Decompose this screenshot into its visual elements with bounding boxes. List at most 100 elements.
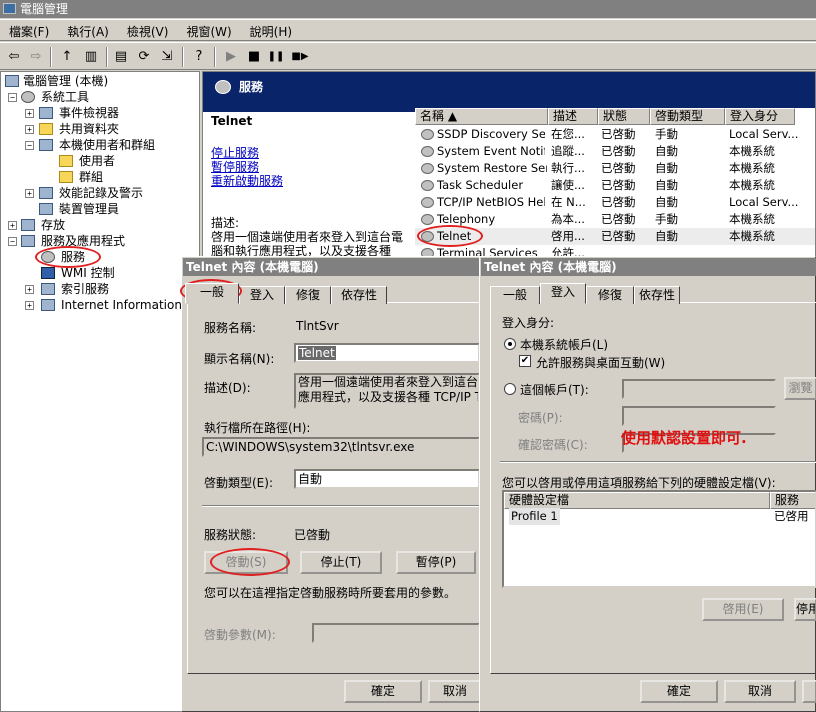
window-title-bar: 電腦管理 bbox=[0, 0, 816, 18]
forward-arrow-icon[interactable]: ⇨ bbox=[27, 48, 45, 65]
this-account-label: 這個帳戶(T): bbox=[520, 383, 589, 397]
column-header-name[interactable]: 名稱 ▲ bbox=[415, 108, 548, 125]
disable-button[interactable]: 停用 bbox=[794, 598, 816, 621]
export-icon[interactable]: ⇲ bbox=[158, 48, 176, 65]
column-header-description[interactable]: 描述 bbox=[548, 108, 598, 125]
tree-root[interactable]: 電腦管理 (本機) bbox=[23, 73, 108, 89]
local-system-radio[interactable] bbox=[504, 338, 516, 350]
collapse-icon[interactable]: − bbox=[25, 141, 34, 150]
account-field[interactable] bbox=[622, 379, 776, 399]
window-title: 電腦管理 bbox=[20, 2, 69, 16]
description-field[interactable]: 啓用一個遠端使用者來登入到這台電 應用程式，以及支援各種 TCP/IP Te bbox=[294, 373, 480, 409]
service-status-label: 服務狀態: bbox=[204, 528, 257, 542]
menu-view[interactable]: 檢視(V) bbox=[118, 20, 178, 40]
logon-as-label: 登入身分: bbox=[502, 316, 555, 330]
tab-recovery[interactable]: 修復 bbox=[586, 286, 634, 304]
password-field[interactable] bbox=[622, 406, 776, 426]
back-arrow-icon[interactable]: ⇦ bbox=[5, 48, 23, 65]
menu-action[interactable]: 執行(A) bbox=[58, 20, 118, 40]
menu-window[interactable]: 視窗(W) bbox=[177, 20, 240, 40]
column-header-startup[interactable]: 啓動類型 bbox=[650, 108, 725, 125]
table-row[interactable]: System Restore Service執行...已啓動自動本機系統 bbox=[415, 160, 815, 177]
table-row[interactable]: TCP/IP NetBIOS Hel...在 N...已啓動自動Local Se… bbox=[415, 194, 815, 211]
toolbar-separator bbox=[182, 47, 184, 67]
this-account-radio[interactable] bbox=[504, 383, 516, 395]
column-header-profile[interactable]: 硬體設定檔 bbox=[504, 492, 770, 509]
folder-icon bbox=[39, 123, 53, 135]
tab-logon[interactable]: 登入 bbox=[239, 286, 285, 304]
service-gear-icon bbox=[421, 146, 434, 157]
table-row[interactable]: Profile 1 已啓用 bbox=[504, 508, 815, 525]
tab-dependencies[interactable]: 依存性 bbox=[331, 286, 387, 304]
tab-logon[interactable]: 登入 bbox=[540, 283, 586, 304]
menu-help[interactable]: 說明(H) bbox=[241, 20, 301, 40]
up-folder-icon[interactable]: ↑ bbox=[58, 48, 76, 65]
expand-icon[interactable]: + bbox=[25, 189, 34, 198]
column-header-logon[interactable]: 登入身分 bbox=[725, 108, 795, 125]
detail-service-name: Telnet bbox=[211, 114, 253, 128]
tree-indexing[interactable]: 索引服務 bbox=[61, 281, 109, 297]
expand-icon[interactable]: + bbox=[25, 285, 34, 294]
startup-type-select[interactable]: 自動 bbox=[294, 469, 480, 489]
stop-button[interactable]: 停止(T) bbox=[300, 551, 382, 574]
show-tree-icon[interactable]: ▥ bbox=[82, 48, 100, 65]
expand-icon[interactable]: + bbox=[25, 109, 34, 118]
toolbar-separator bbox=[50, 47, 52, 67]
play-icon[interactable]: ▶ bbox=[222, 48, 240, 65]
tab-general[interactable]: 一般 bbox=[490, 286, 540, 304]
enable-button[interactable]: 啓用(E) bbox=[702, 598, 784, 621]
help-icon[interactable]: ? bbox=[190, 48, 208, 65]
iis-icon bbox=[41, 299, 55, 311]
table-row[interactable]: Telephony 為本... 已啓動 手動 本機系統 bbox=[415, 211, 815, 228]
cancel-button[interactable]: 取消 bbox=[428, 680, 482, 703]
refresh-icon[interactable]: ⟳ bbox=[135, 48, 153, 65]
services-header: 服務 bbox=[203, 72, 815, 112]
table-row[interactable]: SSDP Discovery Ser...在您...已啓動手動Local Ser… bbox=[415, 126, 815, 143]
tab-general[interactable]: 一般 bbox=[185, 283, 239, 304]
expand-icon[interactable]: + bbox=[25, 125, 34, 134]
table-row[interactable]: System Event Notific...追蹤...已啓動自動本機系統 bbox=[415, 143, 815, 160]
collapse-icon[interactable]: − bbox=[8, 237, 17, 246]
toolbar-separator bbox=[214, 47, 216, 67]
tab-recovery[interactable]: 修復 bbox=[285, 286, 331, 304]
collapse-icon[interactable]: − bbox=[8, 93, 17, 102]
expand-icon[interactable]: + bbox=[25, 301, 34, 310]
tree-users[interactable]: 使用者 bbox=[79, 153, 115, 169]
ok-button[interactable]: 確定 bbox=[640, 680, 718, 703]
restart-icon[interactable]: ■▶ bbox=[289, 48, 311, 65]
ok-button[interactable]: 確定 bbox=[344, 680, 422, 703]
table-row[interactable]: Task Scheduler 讓使... 已啓動 自動 本機系統 bbox=[415, 177, 815, 194]
display-name-field[interactable]: Telnet bbox=[294, 343, 480, 363]
tree-wmi[interactable]: WMI 控制 bbox=[61, 265, 115, 281]
column-header-service[interactable]: 服務 bbox=[770, 492, 815, 509]
console-tree: 電腦管理 (本機) − 系統工具 + 事件檢視器 + 共用資料夾 − 本機使用者… bbox=[0, 71, 200, 712]
tree-groups[interactable]: 群組 bbox=[79, 169, 103, 185]
apply-button[interactable] bbox=[802, 680, 816, 703]
stop-icon[interactable]: ■ bbox=[245, 48, 263, 65]
params-field[interactable] bbox=[312, 623, 480, 643]
pause-icon[interactable]: ❚❚ bbox=[267, 48, 285, 65]
properties-icon[interactable]: ▤ bbox=[112, 48, 130, 65]
interact-checkbox[interactable]: ✔ bbox=[519, 355, 531, 367]
tree-perf-logs[interactable]: 效能記錄及警示 bbox=[59, 185, 143, 201]
expand-icon[interactable]: + bbox=[8, 221, 17, 230]
path-field[interactable]: C:\WINDOWS\system32\tlntsvr.exe bbox=[202, 437, 480, 457]
tree-local-users[interactable]: 本機使用者和群組 bbox=[59, 137, 155, 153]
tree-iis[interactable]: Internet Information Serv bbox=[61, 297, 199, 313]
menu-file[interactable]: 檔案(F) bbox=[0, 20, 58, 40]
tree-shared-folders[interactable]: 共用資料夾 bbox=[59, 121, 119, 137]
tree-storage[interactable]: 存放 bbox=[41, 217, 65, 233]
tree-system-tools[interactable]: 系統工具 bbox=[41, 89, 89, 105]
pause-button[interactable]: 暫停(P) bbox=[396, 551, 476, 574]
column-header-status[interactable]: 狀態 bbox=[598, 108, 650, 125]
storage-icon bbox=[21, 219, 35, 231]
cancel-button[interactable]: 取消 bbox=[724, 680, 796, 703]
separator bbox=[500, 461, 816, 463]
restart-service-link[interactable]: 重新啟動服務 bbox=[211, 172, 283, 189]
service-name-label: 服務名稱: bbox=[204, 321, 257, 335]
tree-device-manager[interactable]: 裝置管理員 bbox=[59, 201, 119, 217]
browse-button[interactable]: 瀏覽 bbox=[784, 377, 816, 400]
tree-event-viewer[interactable]: 事件檢視器 bbox=[59, 105, 119, 121]
description-label: 描述(D): bbox=[204, 381, 251, 395]
tab-dependencies[interactable]: 依存性 bbox=[634, 286, 680, 304]
